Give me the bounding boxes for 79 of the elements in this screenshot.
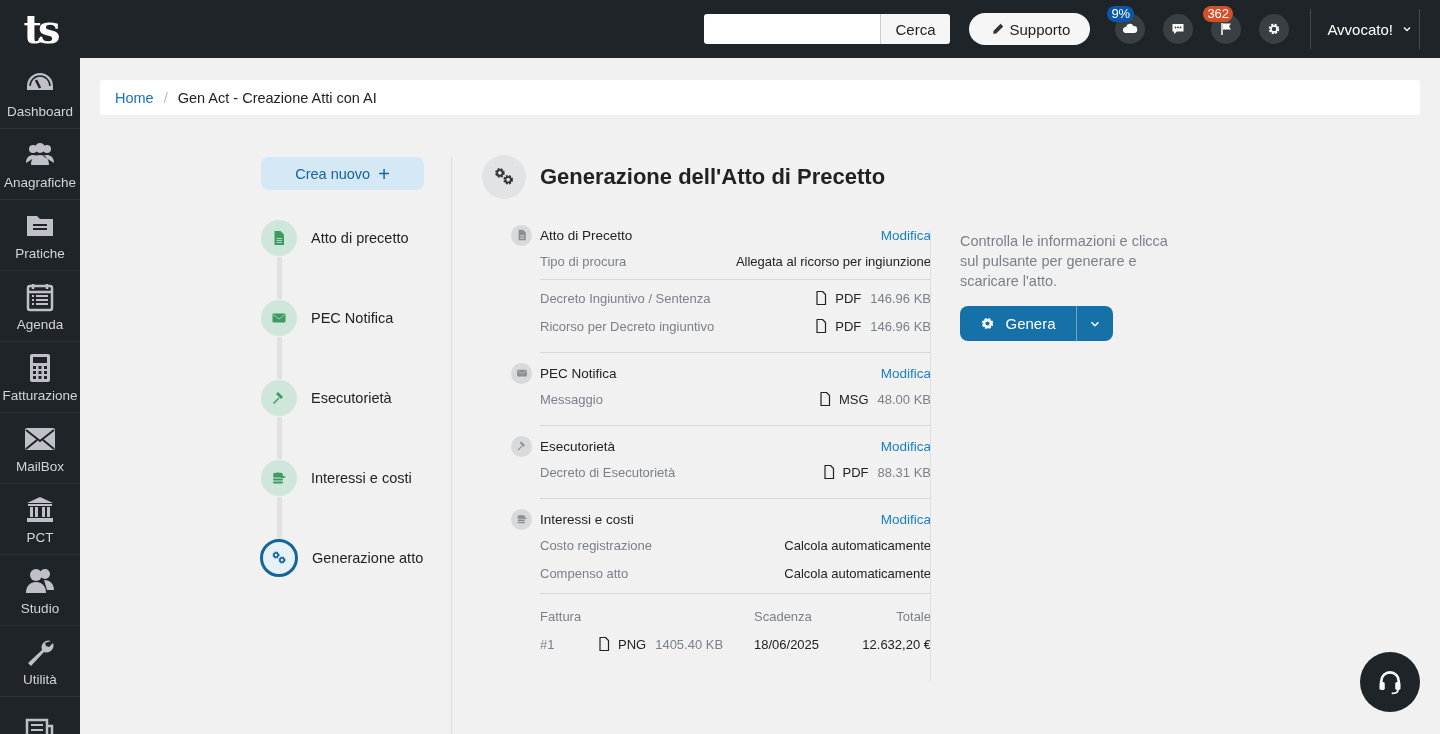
page-title: Generazione dell'Atto di Precetto bbox=[540, 164, 886, 190]
instruction-text: Controlla le informazioni e clicca sul pulsante per generare e scaricare l'atto. bbox=[960, 232, 1169, 291]
sidebar-item[interactable]: Fatturazione bbox=[0, 342, 80, 413]
field-value: Calcola automaticamente bbox=[784, 565, 931, 581]
field-label: Decreto di Esecutorietà bbox=[540, 464, 676, 480]
sidebar-item[interactable]: MailBox bbox=[0, 413, 80, 484]
breadcrumb-current: Gen Act - Creazione Atti con AI bbox=[177, 89, 377, 106]
step-label[interactable]: Interessi e costi bbox=[311, 470, 412, 486]
settings-icon bbox=[980, 316, 996, 331]
step-marker[interactable] bbox=[261, 460, 297, 496]
step-marker[interactable] bbox=[261, 220, 297, 256]
file-type[interactable]: MSG bbox=[838, 391, 869, 407]
section-title: Interessi e costi bbox=[540, 511, 635, 527]
section-title: PEC Notifica bbox=[540, 365, 618, 381]
step-label[interactable]: PEC Notifica bbox=[311, 310, 394, 326]
invoice-number: #1 bbox=[540, 636, 556, 652]
gavel-icon bbox=[515, 440, 528, 452]
sidebar-item[interactable]: Pratiche bbox=[0, 200, 80, 271]
file-size: 146.96 KB bbox=[870, 290, 931, 306]
step-marker[interactable] bbox=[261, 300, 297, 336]
column-header: Scadenza bbox=[754, 608, 813, 624]
field-label: Messaggio bbox=[540, 391, 603, 407]
notification-badge: 9% bbox=[1107, 6, 1135, 22]
gears-icon bbox=[271, 550, 287, 566]
field-label: Costo registrazione bbox=[540, 537, 652, 553]
notification-badge: 362 bbox=[1203, 6, 1234, 22]
field-value: Allegata al ricorso per ingiunzione bbox=[735, 253, 931, 269]
file-icon bbox=[596, 636, 612, 652]
file-type[interactable]: PDF bbox=[835, 290, 862, 306]
step-label[interactable]: Generazione atto bbox=[312, 550, 424, 566]
sidebar-item[interactable]: Studio bbox=[0, 555, 80, 626]
chat-button[interactable] bbox=[1163, 14, 1194, 44]
coins-icon bbox=[271, 470, 287, 486]
step-marker[interactable] bbox=[261, 380, 297, 416]
envelope-icon bbox=[515, 367, 528, 379]
sidebar-item[interactable]: Agenda bbox=[0, 271, 80, 342]
chat-icon bbox=[1170, 21, 1187, 37]
user-menu[interactable]: Avvocato! bbox=[1311, 9, 1419, 49]
logo[interactable]: ts bbox=[0, 0, 80, 58]
step-label[interactable]: Esecutorietà bbox=[311, 390, 392, 406]
search-field[interactable] bbox=[704, 14, 881, 44]
edit-link[interactable]: Modifica bbox=[880, 227, 931, 243]
section-title: Esecutorietà bbox=[540, 438, 617, 454]
generate-button[interactable]: Genera bbox=[960, 306, 1076, 341]
file-size: 88.31 KB bbox=[877, 464, 931, 480]
field-label: Tipo di procura bbox=[540, 253, 627, 269]
breadcrumb-link[interactable]: Home bbox=[115, 89, 154, 106]
field-label: Decreto Ingiuntivo / Sentenza bbox=[540, 290, 711, 306]
edit-link[interactable]: Modifica bbox=[880, 438, 931, 454]
step-marker[interactable] bbox=[260, 539, 298, 577]
support-button[interactable]: Supporto bbox=[968, 13, 1091, 45]
field-value: Calcola automaticamente bbox=[784, 537, 931, 553]
edit-link[interactable]: Modifica bbox=[880, 365, 931, 381]
file-type[interactable]: PDF bbox=[835, 318, 862, 334]
field-label: Compenso atto bbox=[540, 565, 629, 581]
step-label[interactable]: Atto di precetto bbox=[311, 230, 409, 246]
file-size: 48.00 KB bbox=[877, 391, 931, 407]
breadcrumb-separator: / bbox=[163, 89, 168, 106]
create-new-button[interactable]: Crea nuovo + bbox=[261, 157, 424, 190]
sidebar-item[interactable]: Utilità bbox=[0, 626, 80, 697]
file-size: 146.96 KB bbox=[870, 318, 931, 334]
edit-link[interactable]: Modifica bbox=[880, 511, 931, 527]
sidebar-item[interactable]: Dashboard bbox=[0, 58, 80, 129]
sidebar-item[interactable]: Anagrafiche bbox=[0, 129, 80, 200]
help-button[interactable] bbox=[1360, 652, 1420, 712]
field-label: Ricorso per Decreto ingiuntivo bbox=[540, 318, 715, 334]
file-size: 1405.40 KB bbox=[655, 636, 724, 652]
column-header: Fattura bbox=[540, 608, 583, 624]
dropdown-toggle[interactable] bbox=[1076, 306, 1113, 341]
search-button[interactable]: Cerca bbox=[880, 14, 950, 44]
pencil-icon bbox=[990, 22, 1005, 36]
section-title: Atto di Precetto bbox=[540, 227, 634, 243]
settings-button[interactable] bbox=[1259, 14, 1290, 44]
sidebar-item[interactable]: PCT bbox=[0, 484, 80, 555]
file-type[interactable]: PNG bbox=[618, 636, 647, 652]
column-header: Totale bbox=[895, 608, 931, 624]
file-type[interactable]: PDF bbox=[842, 464, 869, 480]
coins-icon bbox=[515, 513, 528, 525]
due-date: 18/06/2025 bbox=[754, 636, 821, 652]
